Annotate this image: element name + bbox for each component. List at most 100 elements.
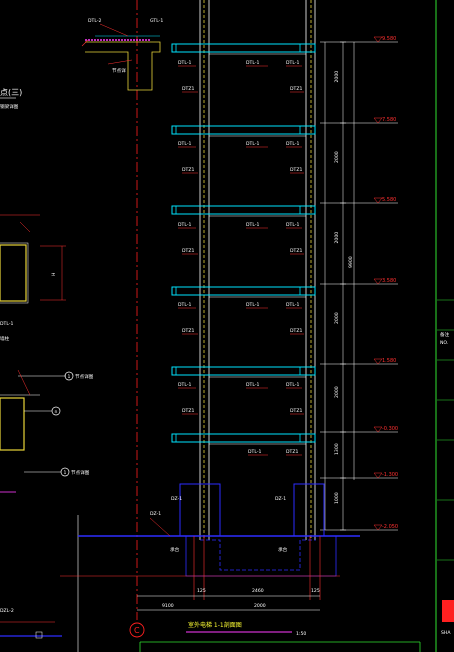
left-note-2: 墙柱 [0,335,10,342]
shaft-beam [171,43,316,53]
foundation-label-cap-right: 承台 [278,546,288,553]
level-label-col-left: DTZ1 [182,328,194,334]
level-label-bottom-left: DTL-1 [248,449,261,455]
vertical-dimension-value: 1000 [334,492,340,504]
axis-bubble-c: C [129,622,145,638]
left-partial-subtitle: 钢梁详图 [0,103,19,110]
left-detail-node: 1 节点详图 n 1 节点详图 [0,369,94,493]
level-label-left: DTL-1 [178,382,191,388]
vertical-dimension-value: 2000 [334,232,340,244]
level-label-right: DTL-1 [286,302,299,308]
level-label-col-right: DTZ1 [290,248,302,254]
level-label-col-right: DTZ1 [290,86,302,92]
shaft-beam [171,433,316,443]
level-label-left: DTL-1 [178,141,191,147]
elevation-triangle [373,472,383,479]
bottom-dim-3: 125 [311,588,320,594]
bottom-dim-5: 2000 [254,603,266,609]
elevation-value: 7.580 [382,117,396,123]
shaft-beam [171,205,316,215]
level-label-mid-a: DTL-1 [246,60,259,66]
left-top-beam-label: DTL-2 [88,18,101,24]
vertical-dimension-labels: 2000 2000 2000 2000 2000 1300 1000 [334,71,340,504]
bottom-left-label: DZL-2 [0,608,14,614]
foundation-label-dz-left: DZ-1 [171,496,182,502]
level-label-col-left: DTZ1 [182,86,194,92]
elevation-triangle [373,426,383,433]
level-label-left: DTL-1 [178,302,191,308]
title-block-logo-mark [442,600,454,622]
elevator-shaft-beams: DTL-1 DTL-1 DTL-1 DTZ1 DTZ1 DTL-1 DTL-1 DTL-1 DT… [171,43,316,456]
elevation-value: 5.580 [382,197,396,203]
elevation-value: 1.580 [382,358,396,364]
section-scale: 1:50 [296,631,306,637]
section-title-block: 室外电梯 1-1剖面图 1:50 [139,621,421,652]
level-label-left: DTL-1 [178,222,191,228]
elevation-triangle [373,278,383,285]
elevation-triangle [373,117,383,124]
level-label-col-left: DTZ1 [182,248,194,254]
level-label-col-right: DTZ1 [290,167,302,173]
bottom-dimension-chain: 125 2460 125 9100 2000 [137,588,320,611]
shaft-beam [171,366,316,376]
level-label-mid-a: DTL-1 [246,141,259,147]
bottom-dim-1: 125 [197,588,206,594]
elevation-triangle [373,524,383,531]
level-label-right: DTL-1 [286,141,299,147]
title-block-strip: 备注 NO. SHA [435,0,454,652]
level-label-col-left: DTZ1 [182,167,194,173]
vertical-dimension-chain [324,42,355,530]
left-top-node-label: 节点详 [112,67,126,74]
elevation-value: -2.050 [382,524,398,530]
left-partial-title: 点(三) [0,88,22,97]
level-label-col-right: DTZ1 [290,328,302,334]
foundation-label-dz-small: DZ-1 [150,511,161,517]
elevator-shaft-columns [199,0,316,540]
total-height-dimension: 9900 [348,256,354,268]
foundation-label-dz-right: DZ-1 [275,496,286,502]
title-block-label-no: NO. [440,340,448,346]
level-label-right: DTL-1 [286,60,299,66]
vertical-dimension-value: 2000 [334,386,340,398]
elevation-value: 9.580 [382,36,396,42]
left-column-dim: H [51,273,57,276]
title-block-label-remark: 备注 [440,331,450,338]
vertical-dimension-value: 2000 [334,151,340,163]
vertical-dimension-value: 2000 [334,71,340,83]
left-note-1: DTL-1 [0,321,13,327]
level-label-right: DTL-1 [286,382,299,388]
left-detail-top: DTL-2 GTL-1 节点详 点(三) 钢梁详图 [0,18,163,110]
level-label-col-right: DTZ1 [290,408,302,414]
shaft-beam [171,125,316,135]
elevation-markers: 9.580 7.580 5.580 3.580 1.580 -0.300 -1.300 -2.… [320,36,398,531]
node-callout-number-3: 1 [64,470,67,476]
level-label-mid-a: DTL-1 [246,222,259,228]
level-label-col-left: DTZ1 [182,408,194,414]
elevation-triangle [373,358,383,365]
title-block-code: SHA [441,630,451,636]
left-detail-column-box: H DTL-1 墙柱 [0,214,66,342]
vertical-dimension-value: 2000 [334,312,340,324]
elevation-value: -1.300 [382,472,398,478]
left-top-beam-label-right: GTL-1 [150,18,163,24]
level-label-left: DTL-1 [178,60,191,66]
bottom-dim-2: 2460 [252,588,264,594]
node-callout-label-3: 节点详图 [71,469,90,476]
axis-bubble-label: C [134,626,140,635]
bottom-dim-4: 9100 [162,603,174,609]
vertical-dimension-value: 1300 [334,443,340,455]
elevation-triangle [373,36,383,43]
level-label-mid-a: DTL-1 [246,382,259,388]
elevation-value: -0.300 [382,426,398,432]
level-label-bottom-right: DTZ1 [286,449,298,455]
elevation-value: 3.580 [382,278,396,284]
node-callout-label-1: 节点详图 [75,373,94,380]
left-detail-bottom: DZL-2 [0,515,79,652]
cad-drawing-canvas: 备注 NO. SHA C DTL-2 GTL-1 节点详 点(三) 钢梁详图 H… [0,0,454,652]
node-callout-number-2: n [55,410,58,415]
section-title: 室外电梯 1-1剖面图 [188,621,242,629]
shaft-beam [171,286,316,296]
level-label-right: DTL-1 [286,222,299,228]
node-callout-number-1: 1 [68,374,71,380]
level-label-mid-a: DTL-1 [246,302,259,308]
